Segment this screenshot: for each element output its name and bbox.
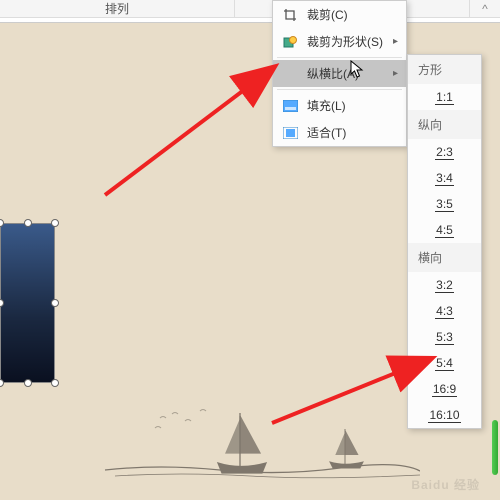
watermark-text: Baidu 经验 (411, 478, 480, 492)
menu-label: 裁剪为形状(S) (307, 33, 393, 50)
crop-icon (281, 7, 299, 23)
aspect-option-4-5[interactable]: 4:5 (408, 217, 481, 243)
fill-icon (281, 98, 299, 114)
resize-handle[interactable] (51, 299, 59, 307)
resize-handle[interactable] (24, 219, 32, 227)
menu-item-crop-shape[interactable]: 裁剪为形状(S) ▸ (273, 28, 406, 55)
menu-item-crop[interactable]: 裁剪(C) (273, 1, 406, 28)
menu-item-fit[interactable]: 适合(T) (273, 119, 406, 146)
resize-handle[interactable] (0, 379, 4, 387)
menu-label: 适合(T) (307, 124, 398, 141)
ribbon-bar: 排列 ^ (0, 0, 500, 18)
menu-label: 填充(L) (307, 97, 398, 114)
aspect-option-3-2[interactable]: 3:2 (408, 272, 481, 298)
aspect-option-3-5[interactable]: 3:5 (408, 191, 481, 217)
chevron-right-icon: ▸ (393, 36, 398, 47)
fit-icon (281, 125, 299, 141)
menu-item-aspect-ratio[interactable]: 纵横比(A) ▸ (273, 60, 406, 87)
submenu-header-square: 方形 (408, 55, 481, 84)
chevron-right-icon: ▸ (393, 68, 398, 79)
menu-separator (277, 57, 402, 58)
resize-handle[interactable] (51, 219, 59, 227)
blank-icon (281, 66, 299, 82)
aspect-option-5-3[interactable]: 5:3 (408, 324, 481, 350)
resize-handle[interactable] (0, 219, 4, 227)
menu-separator (277, 89, 402, 90)
ribbon-collapse-icon[interactable]: ^ (470, 0, 500, 17)
submenu-header-portrait: 纵向 (408, 110, 481, 139)
menu-label: 裁剪(C) (307, 6, 398, 23)
aspect-option-2-3[interactable]: 2:3 (408, 139, 481, 165)
ribbon-section-arrange[interactable]: 排列 (0, 0, 235, 17)
submenu-header-landscape: 横向 (408, 243, 481, 272)
aspect-ratio-submenu: 方形 1:1 纵向 2:3 3:4 3:5 4:5 横向 3:2 4:3 5:3… (407, 54, 482, 429)
aspect-option-3-4[interactable]: 3:4 (408, 165, 481, 191)
resize-handle[interactable] (24, 379, 32, 387)
aspect-option-16-9[interactable]: 16:9 (408, 376, 481, 402)
crop-menu: 裁剪(C) 裁剪为形状(S) ▸ 纵横比(A) ▸ 填充(L) 适合(T) (272, 0, 407, 147)
aspect-option-4-3[interactable]: 4:3 (408, 298, 481, 324)
shape-icon (281, 34, 299, 50)
aspect-option-5-4[interactable]: 5:4 (408, 350, 481, 376)
menu-item-fill[interactable]: 填充(L) (273, 92, 406, 119)
menu-label: 纵横比(A) (307, 65, 393, 82)
aspect-option-1-1[interactable]: 1:1 (408, 84, 481, 110)
selected-image[interactable] (0, 223, 55, 383)
decorative-boats (100, 378, 420, 488)
scrollbar-thumb[interactable] (492, 420, 498, 475)
watermark: Baidu 经验 (411, 476, 480, 494)
aspect-option-16-10[interactable]: 16:10 (408, 402, 481, 428)
resize-handle[interactable] (0, 299, 4, 307)
resize-handle[interactable] (51, 379, 59, 387)
